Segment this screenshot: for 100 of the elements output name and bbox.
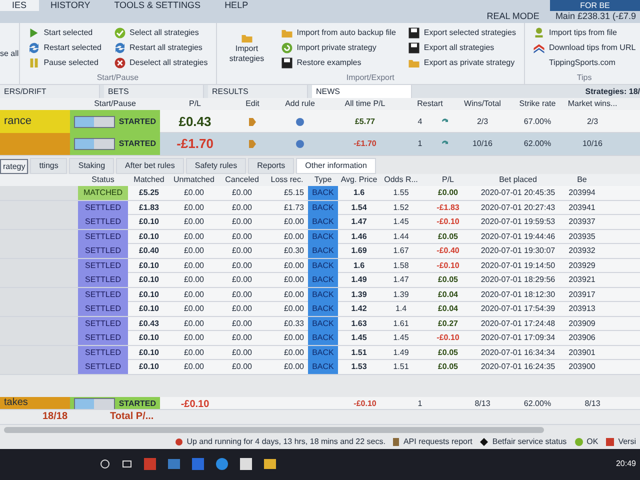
table-cell-text: £0.00 [182,230,206,242]
detail-tab[interactable]: Safety rules [186,158,246,174]
pl-cell-text: £0.05 [436,361,460,373]
pl-value: -£1.70 [176,135,214,154]
ribbon-button[interactable]: Deselect all strategies [114,56,208,68]
ribbon-button[interactable]: Restart all strategies [114,42,208,54]
menu-tab[interactable]: TOOLS & SETTINGS [102,0,213,11]
table-cell-text: 2020-07-01 17:54:39 [480,303,556,315]
toggle-switch[interactable] [74,138,115,150]
table-cell-text: 1.4 [394,303,408,315]
pl-cell-text: £0.27 [436,318,460,330]
ribbon-button[interactable]: Download tips from URL [532,42,636,54]
table-cell-text: £0.30 [282,245,305,257]
detail-tab[interactable]: Staking [69,158,114,174]
table-cell-text: 1.46 [350,230,368,242]
pl-cell-text: -£0.10 [436,332,460,344]
view-tab[interactable]: NEWS [312,85,412,98]
version-label: Versi [618,436,636,448]
menu-tab[interactable]: HISTORY [38,0,102,11]
type-cell: BACK [308,331,338,345]
edit-icon[interactable] [249,140,256,148]
table-cell-text: 2020-07-01 19:14:50 [480,260,556,272]
table-cell-text: £0.00 [230,202,254,214]
restart-count: 4 [416,116,424,128]
ribbon-button[interactable]: Restart selected [28,42,102,54]
table-cell-text: £0.43 [138,318,160,330]
detail-tab[interactable]: ttings [30,158,68,174]
ribbon-button[interactable]: Import from auto backup file [280,26,396,38]
box-icon[interactable] [192,458,204,470]
ribbon-button[interactable]: Import private strategy [280,42,396,54]
table-cell-text: 1.49 [392,346,410,358]
app-icon[interactable] [144,458,156,470]
table-cell-text: £0.00 [282,260,305,272]
type-cell: BACK [308,288,338,302]
detail-tab[interactable]: Other information [296,158,376,174]
table-cell-text: 1.63 [350,318,368,330]
menu-tab[interactable]: IES [0,0,39,11]
table-cell-text: 1.69 [350,245,368,257]
ribbon-button[interactable]: Import tips from file [532,26,636,38]
table-cell-text: 1.52 [392,202,410,214]
table-cell-text: £0.10 [138,260,160,272]
view-tab[interactable]: RESULTS [208,85,308,98]
task-view-icon[interactable] [122,459,132,470]
column-header: P/L [188,98,202,110]
table-cell-text: £0.00 [282,346,305,358]
status-label: STARTED [118,398,156,408]
status-cell: SETTLED [78,302,128,316]
table-cell-text: 2020-07-01 18:12:30 [480,288,556,300]
type-cell: BACK [308,346,338,360]
status-cell: SETTLED [78,215,128,229]
ribbon-button[interactable]: se all [0,48,19,60]
column-header: Type [313,174,333,186]
column-header: All time P/L [344,98,386,110]
view-tab[interactable]: ERS/DRIFT [0,85,100,98]
table-cell-text: £0.10 [138,303,160,315]
detail-tab[interactable]: Reports [248,158,294,174]
browser-icon[interactable] [216,458,228,470]
table-cell-text: 1.61 [392,318,410,330]
scrollbar[interactable] [4,426,544,432]
column-header: Matched [132,174,166,186]
banner: FOR BE [550,0,640,11]
status-cell: SETTLED [78,331,128,345]
ribbon-button[interactable]: Export all strategies [408,42,516,54]
ribbon-button[interactable]: Start selected [28,26,102,38]
strategy-row[interactable]: rance STARTED £0.43 £5.77 4 2/3 67.00% 2/3 [0,110,640,133]
table-cell-text: £0.10 [138,288,160,300]
ribbon-button[interactable]: Restore examples [280,56,396,68]
strategy-name: rance [0,110,70,133]
table-cell-text: £0.10 [138,346,160,358]
status-cell: SETTLED [78,244,128,258]
column-header: Start/Pause [93,98,137,110]
detail-tab[interactable]: After bet rules [116,158,184,174]
market-wins: 8/13 [584,398,602,408]
ribbon-group-label: Import/Export [345,72,396,84]
table-cell-text: £0.00 [282,332,305,344]
strategy-row[interactable]: STARTED -£1.70 -£1.70 1 10/16 62.00% 10/16 [0,133,640,156]
status-cell: SETTLED [78,346,128,360]
type-cell: BACK [308,230,338,244]
ribbon-button[interactable]: Export selected strategies [408,26,516,38]
view-tab[interactable]: BETS [104,85,204,98]
ribbon-button[interactable]: Export as private strategy [408,56,516,68]
pl-value: £0.43 [178,112,212,131]
ribbon-button[interactable]: Pause selected [28,56,102,68]
column-header: Bet placed [498,174,538,186]
table-cell-text: 1.47 [350,216,368,228]
total-label: Total P/... [110,410,154,424]
search-icon[interactable] [100,459,110,470]
table-cell-text: 1.53 [350,361,368,373]
table-cell-text: £0.00 [230,346,254,358]
table-cell-text: 1.45 [350,332,368,344]
ribbon-button[interactable]: TippingSports.com [532,56,636,68]
toggle-switch[interactable] [74,398,115,408]
edit-icon[interactable] [249,118,256,126]
menu-tab[interactable]: HELP [212,0,260,11]
toggle-switch[interactable] [74,116,115,128]
ok-label: OK [586,436,598,448]
table-cell-text: £0.00 [282,216,305,228]
table-cell-text: 2020-07-01 19:30:07 [480,245,556,257]
import-strategies-button[interactable]: Import strategies [224,32,269,64]
ribbon-button[interactable]: Select all strategies [114,26,208,38]
